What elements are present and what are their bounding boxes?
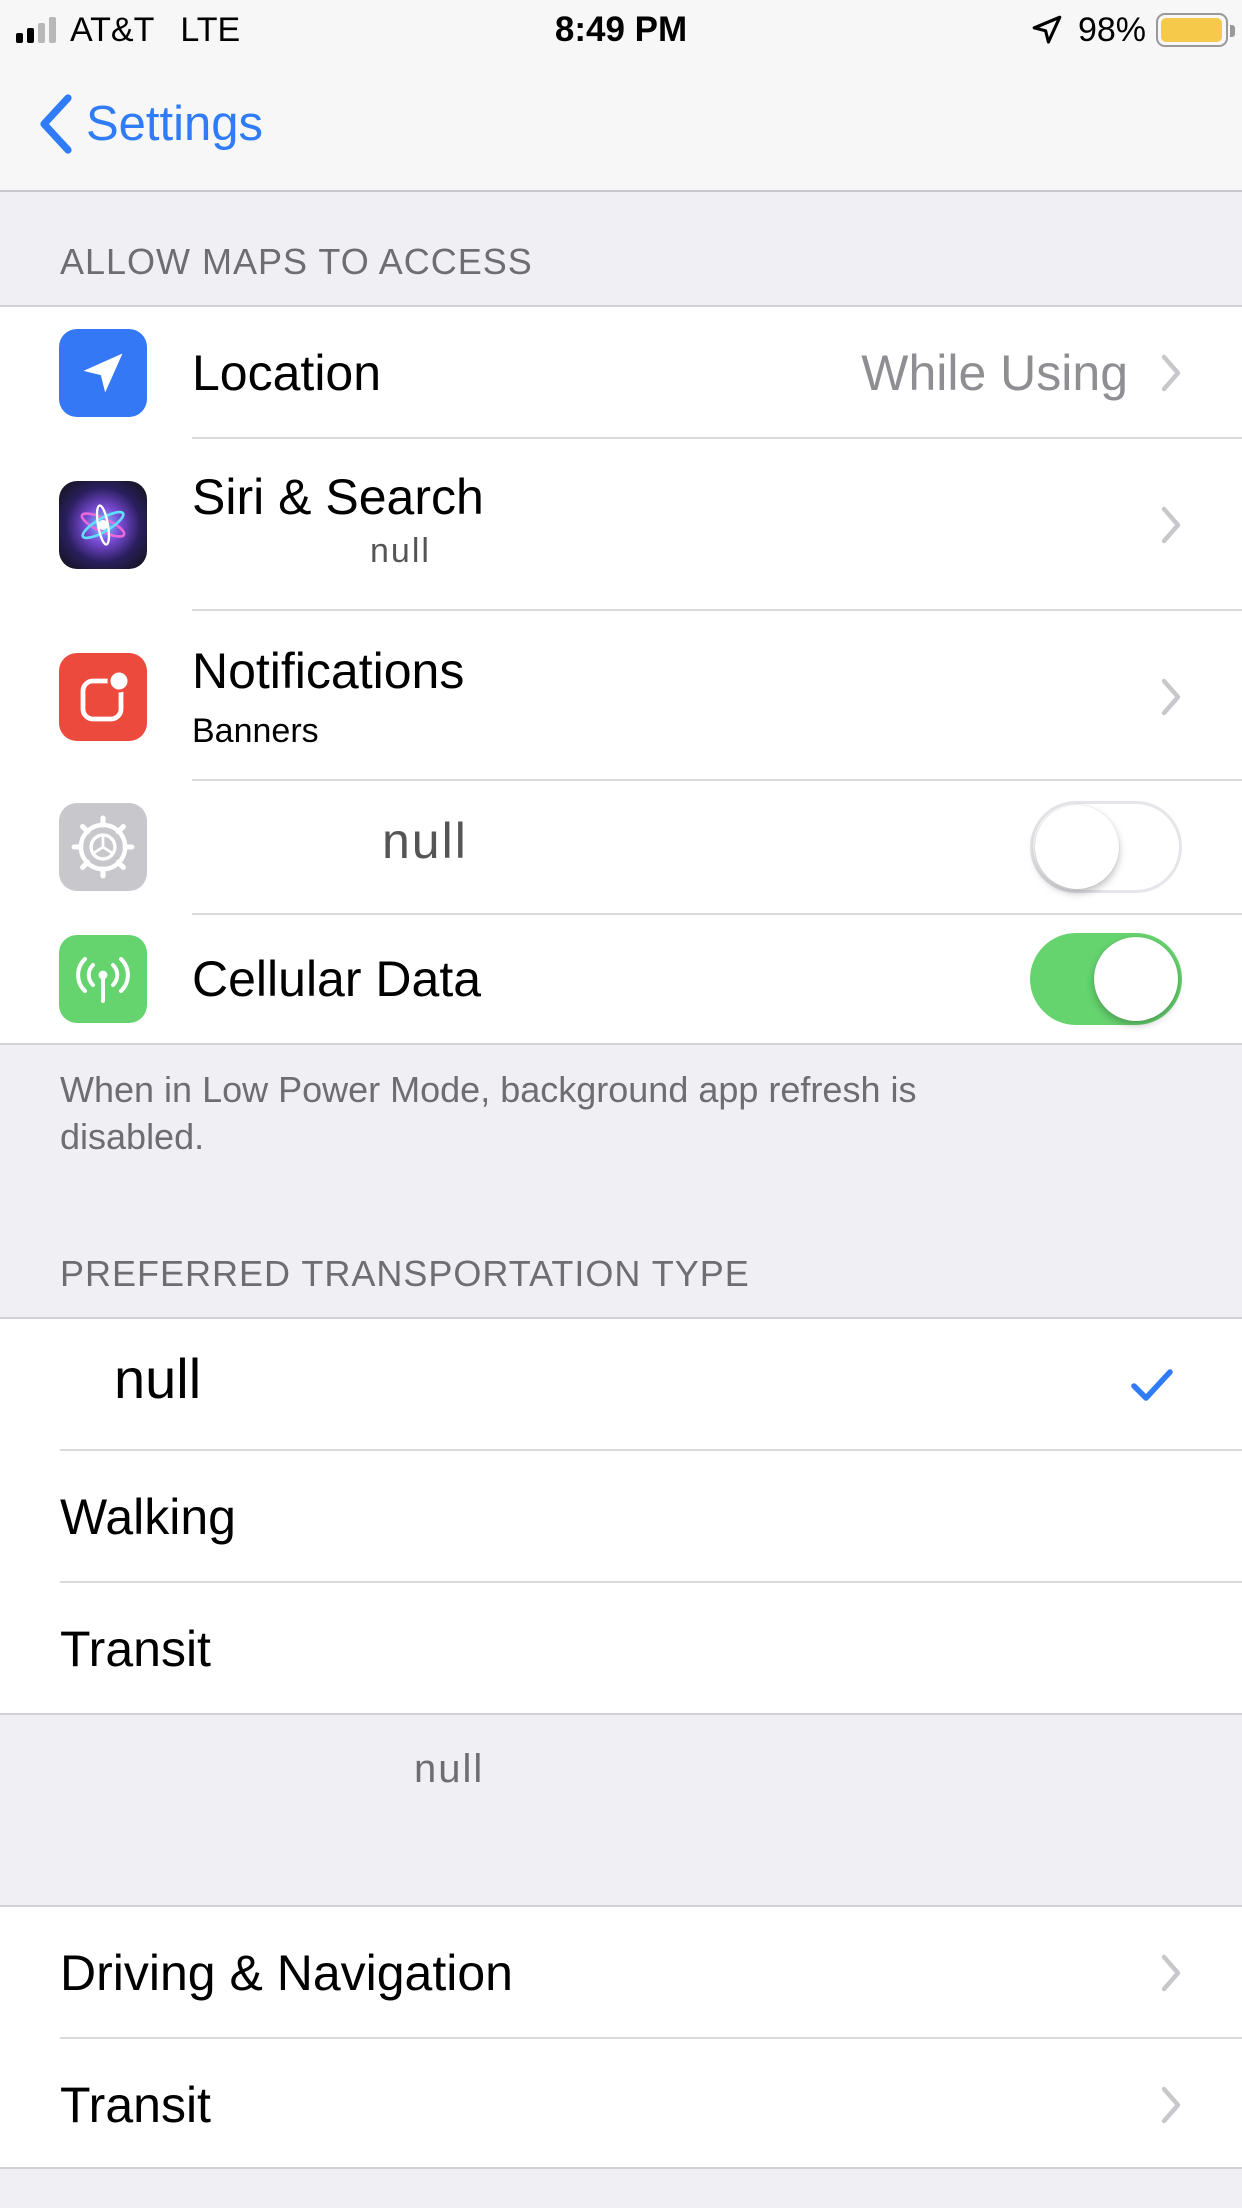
chevron-right-icon: [1161, 354, 1181, 392]
transit-settings-label: Transit: [60, 2077, 211, 2133]
section-header-transportation: PREFERRED TRANSPORTATION TYPE: [60, 1253, 750, 1294]
toggle-knob: [1094, 937, 1178, 1021]
cellular-data-toggle[interactable]: [1030, 933, 1182, 1025]
transport-option-row[interactable]: null: [0, 1319, 1242, 1451]
transport-option-label: null: [114, 1347, 202, 1410]
battery-level-fill: [1161, 18, 1222, 42]
maps-settings-screen: AT&T LTE 8:49 PM 98% Settings ALLOW MAPS…: [0, 0, 1242, 2208]
background-refresh-row: null: [0, 781, 1242, 915]
cellular-antenna-icon: [59, 935, 147, 1023]
location-label: Location: [192, 345, 382, 401]
location-value: While Using: [861, 345, 1128, 401]
checkmark-icon: [1131, 1369, 1173, 1401]
chevron-left-icon: [40, 94, 72, 154]
driving-navigation-label: Driving & Navigation: [60, 1945, 513, 2001]
location-row[interactable]: Location While Using: [0, 307, 1242, 439]
siri-icon: [59, 481, 147, 569]
access-settings-group: Location While Using Siri & Search null: [0, 305, 1242, 1045]
background-refresh-label: null: [382, 813, 468, 869]
background-refresh-toggle[interactable]: [1030, 801, 1182, 893]
notifications-icon: [59, 653, 147, 741]
chevron-right-icon: [1161, 1954, 1181, 1992]
status-bar: AT&T LTE 8:49 PM 98%: [0, 0, 1242, 62]
low-power-footer-note: When in Low Power Mode, background app r…: [60, 1069, 917, 1157]
transport-footer-note: null: [414, 1747, 485, 1791]
siri-search-row[interactable]: Siri & Search null: [0, 439, 1242, 611]
section-header-allow-access: ALLOW MAPS TO ACCESS: [60, 241, 533, 282]
gear-icon: [59, 803, 147, 891]
driving-navigation-row[interactable]: Driving & Navigation: [0, 1907, 1242, 2039]
notifications-label: Notifications: [192, 643, 465, 699]
chevron-right-icon: [1161, 678, 1181, 716]
siri-search-label: Siri & Search: [192, 469, 484, 525]
notifications-row[interactable]: Notifications Banners: [0, 611, 1242, 781]
chevron-right-icon: [1161, 2086, 1181, 2124]
notifications-subtitle: Banners: [192, 712, 319, 750]
toggle-knob: [1035, 805, 1119, 889]
transport-option-transit-label: Transit: [60, 1621, 211, 1677]
transport-type-group: null Walking Transit: [0, 1317, 1242, 1715]
location-services-icon: [1032, 15, 1062, 44]
status-bar-right: 98%: [1030, 10, 1235, 50]
battery-icon: [1156, 13, 1235, 47]
location-arrow-icon: [59, 329, 147, 417]
transport-option-walking-label: Walking: [60, 1489, 236, 1545]
battery-percent: 98%: [1077, 11, 1146, 49]
cellular-data-row: Cellular Data: [0, 915, 1242, 1045]
back-button[interactable]: Settings: [36, 92, 263, 156]
siri-search-subtitle: null: [370, 532, 431, 570]
more-settings-group: Driving & Navigation Transit: [0, 1905, 1242, 2169]
transport-option-walking-row[interactable]: Walking: [0, 1451, 1242, 1583]
chevron-right-icon: [1161, 506, 1181, 544]
back-button-label: Settings: [86, 97, 264, 151]
cellular-data-label: Cellular Data: [192, 951, 482, 1007]
navigation-bar: Settings: [0, 62, 1242, 192]
transport-option-transit-row[interactable]: Transit: [0, 1583, 1242, 1715]
transit-settings-row[interactable]: Transit: [0, 2039, 1242, 2169]
